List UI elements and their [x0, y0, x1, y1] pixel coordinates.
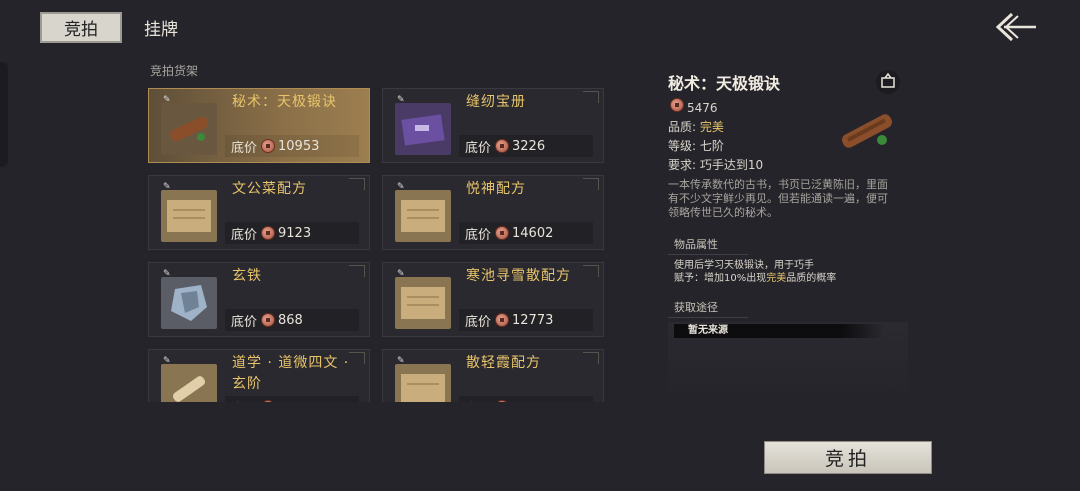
iron-ore-icon — [161, 277, 217, 329]
price-row: 底价 — [459, 396, 593, 402]
detail-price: 5476 — [687, 101, 718, 115]
bid-button[interactable]: 竞拍 — [764, 441, 932, 474]
item-detail-panel: 秘术：天极锻诀 5476 品质: 完美 等级: 七阶 要求: 巧手达到10 一本… — [668, 70, 908, 392]
scroll-bundle-icon — [161, 103, 217, 155]
coin-icon — [261, 400, 276, 402]
source-box: 暂无来源 — [668, 322, 908, 392]
price-row: 底价 10953 — [225, 135, 359, 157]
item-price: 10953 — [278, 138, 320, 154]
price-label: 底价 — [465, 227, 492, 243]
attr-quality: 完美 — [766, 273, 787, 284]
coin-icon — [670, 98, 684, 112]
item-card[interactable]: ✎ 悦神配方 底价 14602 — [382, 175, 604, 250]
coin-icon — [495, 226, 510, 240]
price-row: 底价 — [225, 396, 359, 402]
price-row: 底价 9123 — [225, 222, 359, 244]
attr-text: 使用后学习天极锻诀，用于巧手 赋予：增加10%出现完美品质的概率 — [668, 259, 908, 285]
recipe-scroll-icon — [395, 364, 451, 402]
item-name: 道学 · 道微四文 · 玄阶 — [232, 355, 350, 392]
item-card[interactable]: ✎ 道学 · 道微四文 · 玄阶 底价 — [148, 349, 370, 402]
item-name: 玄铁 — [232, 268, 262, 284]
recipe-scroll-icon — [395, 190, 451, 242]
detail-requirement: 要求: 巧手达到10 — [668, 158, 764, 172]
rolled-scroll-icon — [161, 364, 217, 402]
price-label: 底价 — [465, 140, 492, 156]
price-label: 底价 — [465, 314, 492, 330]
recipe-scroll-icon — [395, 277, 451, 329]
item-price: 3226 — [512, 138, 546, 154]
price-label: 底价 — [231, 227, 258, 243]
item-card[interactable]: ✎ 散轻霞配方 底价 — [382, 349, 604, 402]
back-arrow-icon[interactable] — [994, 8, 1040, 46]
price-row: 底价 868 — [225, 309, 359, 331]
quality-value: 完美 — [699, 120, 724, 134]
purple-book-icon — [395, 103, 451, 155]
detail-title: 秘术：天极锻诀 — [668, 74, 781, 93]
item-name: 悦神配方 — [466, 181, 526, 197]
price-row: 底价 14602 — [459, 222, 593, 244]
item-card[interactable]: ✎ 玄铁 底价 868 — [148, 262, 370, 337]
item-price: 9123 — [278, 225, 312, 241]
item-card[interactable]: ✎ 文公菜配方 底价 9123 — [148, 175, 370, 250]
share-icon[interactable] — [876, 70, 900, 94]
tab-listing[interactable]: 挂牌 — [140, 12, 182, 43]
item-name: 文公菜配方 — [232, 181, 307, 197]
tab-auction[interactable]: 竞拍 — [40, 12, 122, 43]
item-card[interactable]: ✎ 秘术：天极锻诀 底价 10953 — [148, 88, 370, 163]
attr-prefix: 赋予：增加10%出现 — [674, 273, 767, 284]
quality-label: 品质: — [668, 120, 697, 134]
coin-icon — [495, 313, 510, 327]
price-row: 底价 12773 — [459, 309, 593, 331]
item-price: 14602 — [512, 225, 554, 241]
item-price: 868 — [278, 312, 303, 328]
price-label: 底价 — [231, 140, 258, 156]
price-label: 底价 — [465, 398, 491, 403]
coin-icon — [495, 139, 510, 153]
attr-section-title: 物品属性 — [668, 236, 748, 255]
section-label: 竞拍货架 — [150, 64, 199, 78]
price-row: 底价 3226 — [459, 135, 593, 157]
item-name: 秘术：天极锻诀 — [232, 94, 337, 110]
coin-icon — [261, 226, 276, 240]
attr-line-2: 赋予：增加10%出现完美品质的概率 — [674, 272, 908, 285]
item-name: 缝纫宝册 — [466, 94, 526, 110]
price-label: 底价 — [231, 398, 257, 403]
auction-item-grid[interactable]: ✎ 秘术：天极锻诀 底价 10953 ✎ 缝纫宝册 底价 3226 ✎ 文公菜配… — [148, 88, 608, 402]
coin-icon — [261, 139, 276, 153]
scroll-bundle-icon — [836, 104, 898, 158]
item-card[interactable]: ✎ 寒池寻雪散配方 底价 12773 — [382, 262, 604, 337]
item-name: 散轻霞配方 — [466, 355, 541, 371]
attr-line-1: 使用后学习天极锻诀，用于巧手 — [674, 260, 814, 271]
item-price: 12773 — [512, 312, 554, 328]
price-label: 底价 — [231, 314, 258, 330]
recipe-scroll-icon — [161, 190, 217, 242]
side-drawer-handle[interactable] — [0, 62, 8, 167]
source-section-title: 获取途径 — [668, 299, 748, 318]
attr-suffix: 品质的概率 — [786, 273, 837, 284]
detail-description: 一本传承数代的古书，书页已泛黄陈旧，里面有不少文字鲜少再见。但若能通读一遍，便可… — [668, 178, 888, 219]
item-name: 寒池寻雪散配方 — [466, 268, 571, 284]
source-text: 暂无来源 — [674, 324, 884, 338]
coin-icon — [261, 313, 276, 327]
coin-icon — [495, 400, 510, 402]
item-card[interactable]: ✎ 缝纫宝册 底价 3226 — [382, 88, 604, 163]
